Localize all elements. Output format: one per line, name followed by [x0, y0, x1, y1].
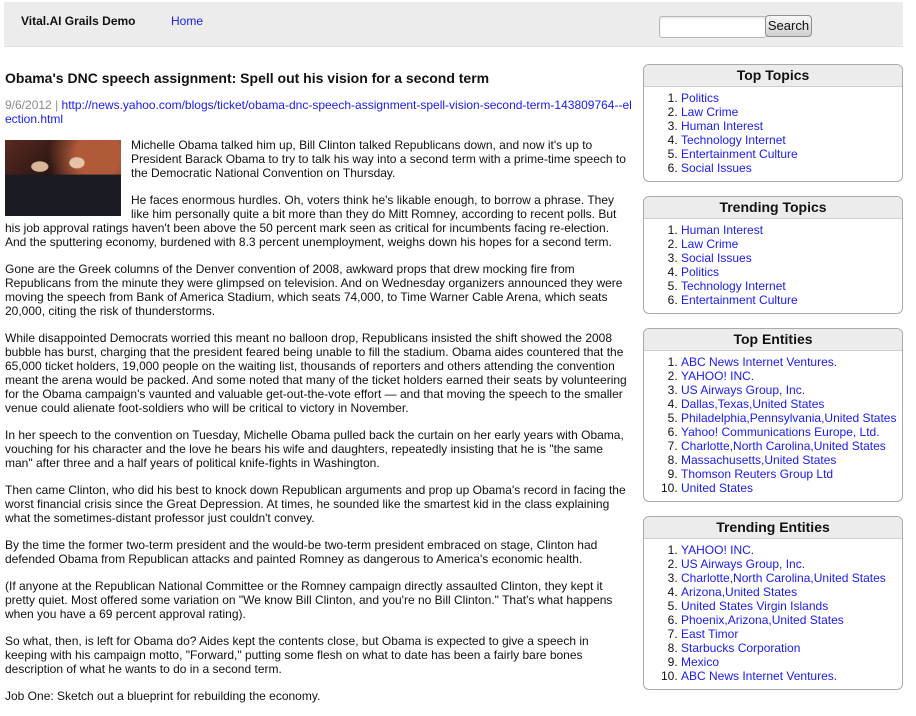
- top-topics-heading: Top Topics: [644, 65, 902, 87]
- top-topics-list: Politics Law Crime Human Interest Techno…: [644, 91, 902, 175]
- entity-link[interactable]: United States: [681, 481, 753, 495]
- list-item: Massachusetts,United States: [681, 453, 902, 467]
- list-item: Entertainment Culture: [681, 147, 902, 161]
- list-item: ABC News Internet Ventures.: [681, 669, 902, 683]
- entity-link[interactable]: Mexico: [681, 655, 719, 669]
- search-button[interactable]: Search: [765, 15, 812, 37]
- list-item: Law Crime: [681, 105, 902, 119]
- topic-link[interactable]: Law Crime: [681, 237, 738, 251]
- list-item: US Airways Group, Inc.: [681, 557, 902, 571]
- article-paragraph: So what, then, is left for Obama do? Aid…: [5, 634, 589, 676]
- trending-topics-list: Human Interest Law Crime Social Issues P…: [644, 223, 902, 307]
- top-entities-heading: Top Entities: [644, 329, 902, 351]
- sidebar: Top Topics Politics Law Crime Human Inte…: [643, 64, 903, 704]
- entity-link[interactable]: YAHOO! INC.: [681, 543, 754, 557]
- entity-link[interactable]: US Airways Group, Inc.: [681, 557, 805, 571]
- entity-link[interactable]: ABC News Internet Ventures.: [681, 669, 837, 683]
- article-paragraph: Then came Clinton, who did his best to k…: [5, 483, 626, 525]
- list-item: Entertainment Culture: [681, 293, 902, 307]
- entity-link[interactable]: United States Virgin Islands: [681, 599, 828, 613]
- home-link[interactable]: Home: [171, 14, 203, 28]
- list-item: ABC News Internet Ventures.: [681, 355, 902, 369]
- article-paragraph: By the time the former two-term presiden…: [5, 538, 598, 566]
- article-body: Michelle Obama talked him up, Bill Clint…: [5, 138, 632, 703]
- list-item: United States: [681, 481, 902, 495]
- article-date: 9/6/2012: [5, 98, 52, 112]
- list-item: Mexico: [681, 655, 902, 669]
- topic-link[interactable]: Politics: [681, 91, 719, 105]
- topic-link[interactable]: Entertainment Culture: [681, 293, 798, 307]
- topic-link[interactable]: Politics: [681, 265, 719, 279]
- search-input[interactable]: [659, 16, 767, 38]
- article-title: Obama's DNC speech assignment: Spell out…: [5, 70, 490, 86]
- entity-link[interactable]: Starbucks Corporation: [681, 641, 800, 655]
- topic-link[interactable]: Social Issues: [681, 251, 752, 265]
- topic-link[interactable]: Technology Internet: [681, 133, 786, 147]
- list-item: Technology Internet: [681, 279, 902, 293]
- list-item: United States Virgin Islands: [681, 599, 902, 613]
- entity-link[interactable]: Massachusetts,United States: [681, 453, 836, 467]
- entity-link[interactable]: ABC News Internet Ventures.: [681, 355, 837, 369]
- list-item: Human Interest: [681, 223, 902, 237]
- entity-link[interactable]: East Timor: [681, 627, 738, 641]
- entity-link[interactable]: Charlotte,North Carolina,United States: [681, 439, 886, 453]
- list-item: Phoenix,Arizona,United States: [681, 613, 902, 627]
- list-item: Law Crime: [681, 237, 902, 251]
- topic-link[interactable]: Human Interest: [681, 223, 763, 237]
- topic-link[interactable]: Social Issues: [681, 161, 752, 175]
- article-paragraph: Job One: Sketch out a blueprint for rebu…: [5, 689, 321, 703]
- list-item: Social Issues: [681, 251, 902, 265]
- entity-link[interactable]: Philadelphia,Pennsylvania,United States: [681, 411, 896, 425]
- topic-link[interactable]: Human Interest: [681, 119, 763, 133]
- top-bar: Vital.AI Grails Demo Home Search: [4, 2, 903, 47]
- article-paragraph: While disappointed Democrats worried thi…: [5, 331, 627, 415]
- list-item: Technology Internet: [681, 133, 902, 147]
- list-item: Politics: [681, 91, 902, 105]
- topic-link[interactable]: Law Crime: [681, 105, 738, 119]
- article-source-link[interactable]: http://news.yahoo.com/blogs/ticket/obama…: [5, 98, 632, 126]
- trending-entities-heading: Trending Entities: [644, 517, 902, 539]
- entity-link[interactable]: Yahoo! Communications Europe, Ltd.: [681, 425, 880, 439]
- list-item: YAHOO! INC.: [681, 543, 902, 557]
- entity-link[interactable]: Thomson Reuters Group Ltd: [681, 467, 833, 481]
- list-item: Thomson Reuters Group Ltd: [681, 467, 902, 481]
- entity-link[interactable]: Phoenix,Arizona,United States: [681, 613, 844, 627]
- list-item: Human Interest: [681, 119, 902, 133]
- article-paragraph: (If anyone at the Republican National Co…: [5, 579, 613, 621]
- list-item: Charlotte,North Carolina,United States: [681, 439, 902, 453]
- top-topics-box: Top Topics Politics Law Crime Human Inte…: [643, 64, 903, 182]
- entity-link[interactable]: Arizona,United States: [681, 585, 797, 599]
- entity-link[interactable]: Charlotte,North Carolina,United States: [681, 571, 886, 585]
- list-item: East Timor: [681, 627, 902, 641]
- article-photo: [5, 140, 121, 216]
- entity-link[interactable]: YAHOO! INC.: [681, 369, 754, 383]
- meta-separator: |: [55, 98, 59, 112]
- article-paragraph: Gone are the Greek columns of the Denver…: [5, 262, 623, 318]
- entity-link[interactable]: Dallas,Texas,United States: [681, 397, 824, 411]
- list-item: US Airways Group, Inc.: [681, 383, 902, 397]
- list-item: YAHOO! INC.: [681, 369, 902, 383]
- article: Obama's DNC speech assignment: Spell out…: [5, 68, 632, 716]
- topic-link[interactable]: Technology Internet: [681, 279, 786, 293]
- trending-entities-box: Trending Entities YAHOO! INC. US Airways…: [643, 516, 903, 690]
- topic-link[interactable]: Entertainment Culture: [681, 147, 798, 161]
- trending-entities-list: YAHOO! INC. US Airways Group, Inc. Charl…: [644, 543, 902, 683]
- trending-topics-heading: Trending Topics: [644, 197, 902, 219]
- article-paragraph: In her speech to the convention on Tuesd…: [5, 428, 624, 470]
- list-item: Social Issues: [681, 161, 902, 175]
- entity-link[interactable]: US Airways Group, Inc.: [681, 383, 805, 397]
- list-item: Arizona,United States: [681, 585, 902, 599]
- brand-title: Vital.AI Grails Demo: [21, 14, 136, 28]
- list-item: Dallas,Texas,United States: [681, 397, 902, 411]
- list-item: Charlotte,North Carolina,United States: [681, 571, 902, 585]
- top-entities-box: Top Entities ABC News Internet Ventures.…: [643, 328, 903, 502]
- top-entities-list: ABC News Internet Ventures. YAHOO! INC. …: [644, 355, 902, 495]
- list-item: Yahoo! Communications Europe, Ltd.: [681, 425, 902, 439]
- article-meta: 9/6/2012 | http://news.yahoo.com/blogs/t…: [5, 98, 632, 126]
- list-item: Politics: [681, 265, 902, 279]
- list-item: Philadelphia,Pennsylvania,United States: [681, 411, 902, 425]
- trending-topics-box: Trending Topics Human Interest Law Crime…: [643, 196, 903, 314]
- list-item: Starbucks Corporation: [681, 641, 902, 655]
